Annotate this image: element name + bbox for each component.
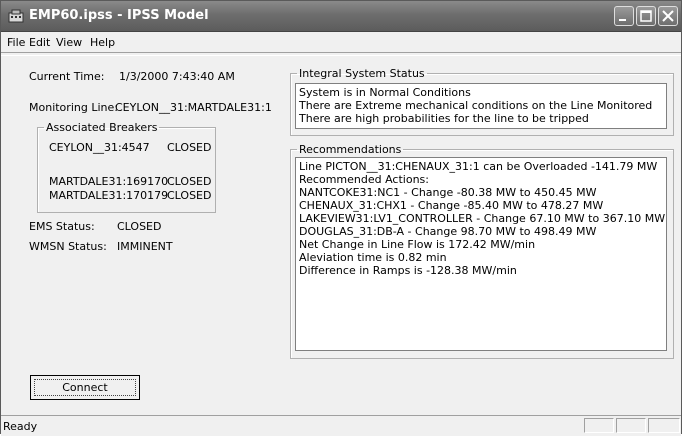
breaker-name: CEYLON__31:4547 <box>49 141 150 154</box>
recommendation-line: CHENAUX_31:CHX1 - Change -85.40 MW to 47… <box>299 199 604 212</box>
status-line: There are high probabilities for the lin… <box>299 112 589 125</box>
recommendation-line: Difference in Ramps is -128.38 MW/min <box>299 264 517 277</box>
status-bar: Ready <box>1 415 681 436</box>
status-panel <box>616 418 646 433</box>
recommendation-line: Net Change in Line Flow is 172.42 MW/min <box>299 238 536 251</box>
integral-status-box: System is in Normal Conditions There are… <box>295 83 667 129</box>
app-window: EMP60.ipss - IPSS Model File Edit View H… <box>0 0 682 436</box>
breaker-name: MARTDALE31:170179 <box>49 189 169 202</box>
maximize-button[interactable] <box>636 6 656 26</box>
breaker-name: MARTDALE31:169170 <box>49 175 169 188</box>
connect-label: Connect <box>34 379 136 396</box>
menu-bar: File Edit View Help <box>1 32 681 52</box>
minimize-icon <box>619 19 626 21</box>
menu-file[interactable]: File <box>7 36 25 49</box>
status-panel <box>584 418 614 433</box>
status-line: There are Extreme mechanical conditions … <box>299 99 653 112</box>
status-line: System is in Normal Conditions <box>299 86 471 99</box>
wmsn-status-value: IMMINENT <box>117 240 173 253</box>
monitoring-line-label: Monitoring Line: <box>29 101 118 114</box>
recommendation-line: LAKEVIEW31:LV1_CONTROLLER - Change 67.10… <box>299 212 666 225</box>
connect-button[interactable]: Connect <box>30 375 140 400</box>
title-bar[interactable]: EMP60.ipss - IPSS Model <box>1 1 681 32</box>
window-title: EMP60.ipss - IPSS Model <box>29 8 209 23</box>
ems-status-label: EMS Status: <box>29 220 95 233</box>
recommendation-line: NANTCOKE31:NC1 - Change -80.38 MW to 450… <box>299 186 597 199</box>
recommendation-line: Recommended Actions: <box>299 173 429 186</box>
status-text: Ready <box>3 420 38 433</box>
status-panel <box>648 418 680 433</box>
close-button[interactable] <box>658 6 678 26</box>
recommendation-line: Aleviation time is 0.82 min <box>299 251 447 264</box>
associated-breakers-title: Associated Breakers <box>46 121 158 134</box>
app-icon <box>8 9 24 23</box>
menu-view[interactable]: View <box>56 36 82 49</box>
current-time-value: 1/3/2000 7:43:40 AM <box>119 70 235 83</box>
recommendation-line: DOUGLAS_31:DB-A - Change 98.70 MW to 498… <box>299 225 597 238</box>
current-time-label: Current Time: <box>29 70 105 83</box>
minimize-button[interactable] <box>614 6 634 26</box>
menu-separator <box>1 52 681 56</box>
wmsn-status-label: WMSN Status: <box>29 240 107 253</box>
menu-help[interactable]: Help <box>90 36 115 49</box>
maximize-icon <box>640 10 652 22</box>
menu-edit[interactable]: Edit <box>29 36 50 49</box>
close-icon <box>662 10 674 22</box>
integral-status-title: Integral System Status <box>299 67 425 80</box>
recommendations-box[interactable]: Line PICTON__31:CHENAUX_31:1 can be Over… <box>295 157 667 351</box>
breaker-status: CLOSED <box>167 175 212 188</box>
breaker-status: CLOSED <box>167 141 212 154</box>
breaker-status: CLOSED <box>167 189 212 202</box>
recommendations-title: Recommendations <box>299 143 402 156</box>
monitoring-line-value: CEYLON__31:MARTDALE31:1 <box>115 101 272 114</box>
ems-status-value: CLOSED <box>117 220 162 233</box>
recommendation-line: Line PICTON__31:CHENAUX_31:1 can be Over… <box>299 160 658 173</box>
